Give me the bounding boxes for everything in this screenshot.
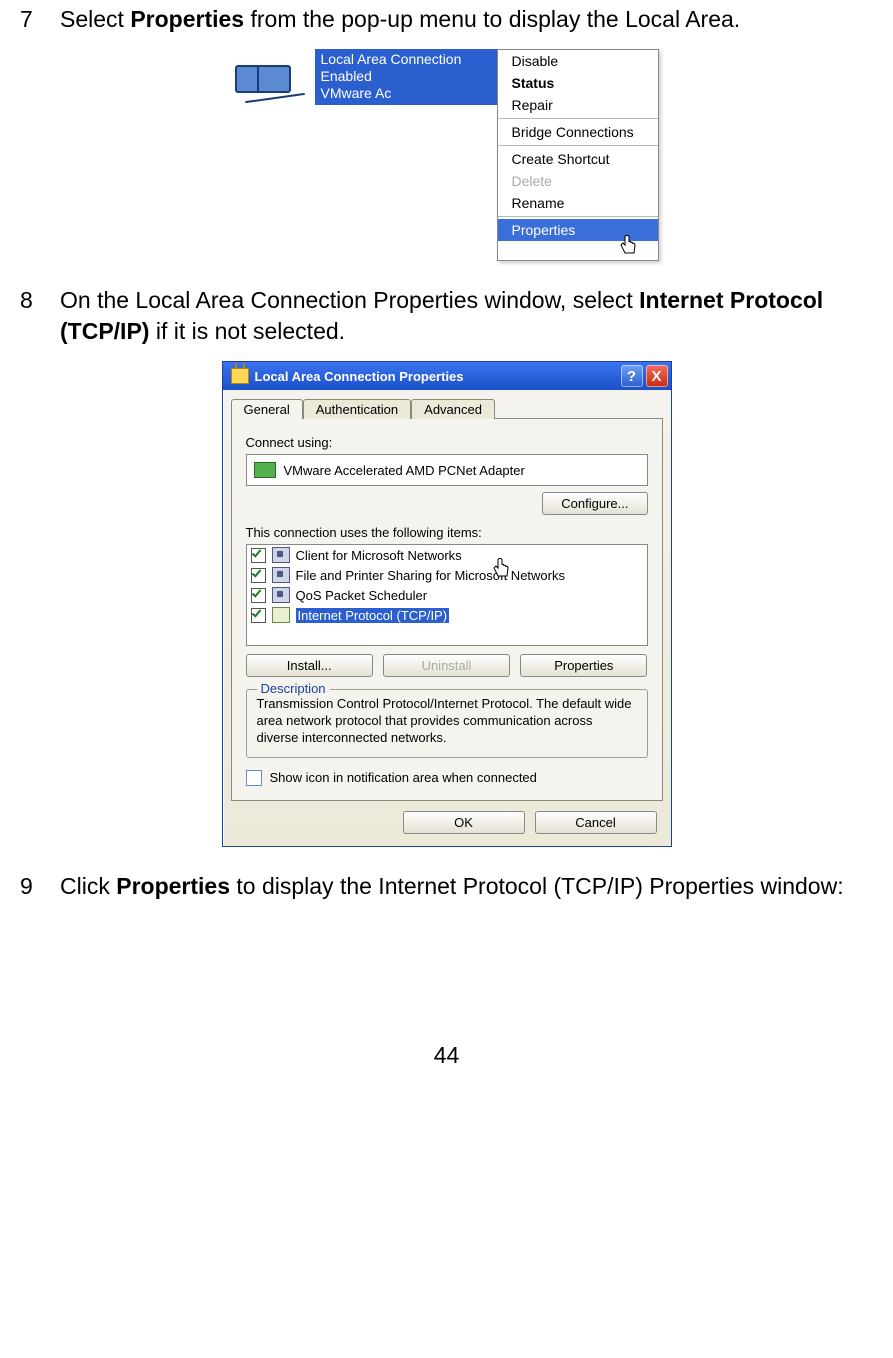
bold: Properties	[130, 6, 244, 32]
menu-item-bridge[interactable]: Bridge Connections	[498, 121, 658, 143]
adapter-name: VMware Accelerated AMD PCNet Adapter	[284, 463, 525, 478]
list-item[interactable]: File and Printer Sharing for Microsoft N…	[247, 565, 647, 585]
menu-item-status[interactable]: Status	[498, 72, 658, 94]
connection-adapter-truncated: VMware Ac	[321, 85, 491, 102]
help-button[interactable]: ?	[621, 365, 643, 387]
network-connection-icon	[235, 49, 315, 109]
tab-panel-general: Connect using: VMware Accelerated AMD PC…	[231, 418, 663, 801]
checkbox-icon[interactable]	[251, 548, 266, 563]
text: On the Local Area Connection Properties …	[60, 287, 639, 313]
connection-name: Local Area Connection	[321, 51, 491, 68]
menu-separator	[498, 216, 658, 217]
tab-bar: General Authentication Advanced	[223, 390, 671, 418]
connection-label-selected[interactable]: Local Area Connection Enabled VMware Ac	[315, 49, 497, 105]
text: Select	[60, 6, 130, 32]
close-button[interactable]: X	[646, 365, 668, 387]
dialog-buttons: OK Cancel	[223, 811, 657, 834]
properties-button[interactable]: Properties	[520, 654, 647, 677]
connect-using-label: Connect using:	[246, 435, 648, 450]
list-item-label: Client for Microsoft Networks	[296, 548, 462, 563]
cancel-button[interactable]: Cancel	[535, 811, 657, 834]
component-icon	[272, 607, 290, 623]
tab-general[interactable]: General	[231, 399, 303, 419]
component-icon	[272, 567, 290, 583]
text: if it is not selected.	[149, 318, 345, 344]
list-item-selected[interactable]: Internet Protocol (TCP/IP)	[247, 605, 647, 625]
bold: Properties	[116, 873, 230, 899]
figure-properties-dialog: Local Area Connection Properties ? X Gen…	[20, 361, 873, 847]
cursor-hand-icon	[618, 235, 638, 257]
list-item[interactable]: Client for Microsoft Networks	[247, 545, 647, 565]
description-text: Transmission Control Protocol/Internet P…	[257, 696, 637, 747]
menu-separator	[498, 145, 658, 146]
install-button[interactable]: Install...	[246, 654, 373, 677]
menu-item-shortcut[interactable]: Create Shortcut	[498, 148, 658, 170]
text: Click	[60, 873, 116, 899]
step-number: 7	[20, 4, 60, 35]
dialog-titlebar[interactable]: Local Area Connection Properties ? X	[223, 362, 671, 390]
step-8-text: On the Local Area Connection Properties …	[60, 285, 873, 347]
checkbox-icon[interactable]	[251, 568, 266, 583]
step-7-text: Select Properties from the pop-up menu t…	[60, 4, 873, 35]
page-number: 44	[20, 1042, 873, 1069]
components-listbox[interactable]: Client for Microsoft Networks File and P…	[246, 544, 648, 646]
nic-icon	[254, 462, 276, 478]
menu-item-disable[interactable]: Disable	[498, 50, 658, 72]
step-9: 9 Click Properties to display the Intern…	[20, 871, 873, 902]
step-number: 8	[20, 285, 60, 347]
text: to display the Internet Protocol (TCP/IP…	[230, 873, 844, 899]
show-icon-label: Show icon in notification area when conn…	[270, 770, 537, 785]
list-item[interactable]: QoS Packet Scheduler	[247, 585, 647, 605]
menu-item-repair[interactable]: Repair	[498, 94, 658, 116]
uninstall-button: Uninstall	[383, 654, 510, 677]
checkbox-show-icon[interactable]	[246, 770, 262, 786]
menu-separator	[498, 118, 658, 119]
step-7: 7 Select Properties from the pop-up menu…	[20, 4, 873, 35]
list-item-label: File and Printer Sharing for Microsoft N…	[296, 568, 565, 583]
list-item-label: QoS Packet Scheduler	[296, 588, 428, 603]
step-8: 8 On the Local Area Connection Propertie…	[20, 285, 873, 347]
connection-status: Enabled	[321, 68, 491, 85]
context-menu: Disable Status Repair Bridge Connections…	[497, 49, 659, 261]
step-9-text: Click Properties to display the Internet…	[60, 871, 873, 902]
adapter-box: VMware Accelerated AMD PCNet Adapter	[246, 454, 648, 486]
checkbox-icon[interactable]	[251, 608, 266, 623]
configure-button[interactable]: Configure...	[542, 492, 647, 515]
text: from the pop-up menu to display the Loca…	[244, 6, 740, 32]
menu-item-delete: Delete	[498, 170, 658, 192]
menu-item-rename[interactable]: Rename	[498, 192, 658, 214]
step-number: 9	[20, 871, 60, 902]
tab-authentication[interactable]: Authentication	[303, 399, 411, 419]
dialog-local-area-connection-properties: Local Area Connection Properties ? X Gen…	[222, 361, 672, 847]
list-item-label: Internet Protocol (TCP/IP)	[296, 608, 450, 623]
ok-button[interactable]: OK	[403, 811, 525, 834]
titlebar-icon	[231, 368, 249, 384]
description-group: Description Transmission Control Protoco…	[246, 689, 648, 758]
tab-advanced[interactable]: Advanced	[411, 399, 495, 419]
show-icon-row[interactable]: Show icon in notification area when conn…	[246, 770, 648, 786]
dialog-title: Local Area Connection Properties	[255, 369, 618, 384]
component-icon	[272, 547, 290, 563]
component-icon	[272, 587, 290, 603]
figure-context-menu: Local Area Connection Enabled VMware Ac …	[20, 49, 873, 261]
description-legend: Description	[257, 681, 330, 696]
checkbox-icon[interactable]	[251, 588, 266, 603]
items-label: This connection uses the following items…	[246, 525, 648, 540]
